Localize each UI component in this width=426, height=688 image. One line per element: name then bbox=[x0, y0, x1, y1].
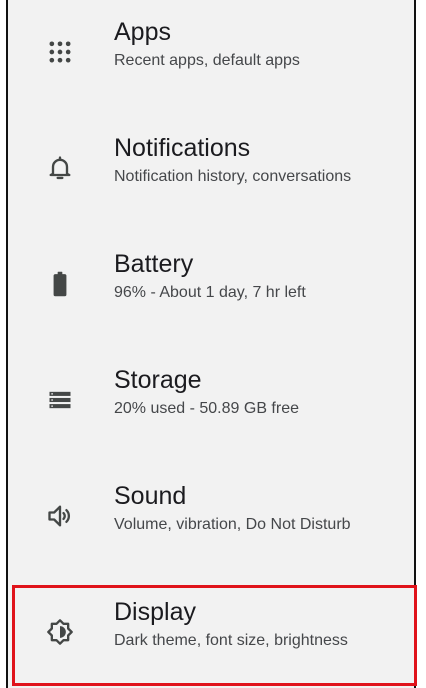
settings-screen: Apps Recent apps, default apps Notificat… bbox=[6, 0, 416, 688]
settings-item-battery[interactable]: Battery 96% - About 1 day, 7 hr left bbox=[8, 226, 414, 342]
settings-item-subtitle: Dark theme, font size, brightness bbox=[114, 632, 348, 649]
volume-icon bbox=[46, 502, 74, 530]
settings-item-subtitle: Recent apps, default apps bbox=[114, 52, 300, 69]
battery-icon bbox=[46, 270, 74, 298]
settings-item-title: Sound bbox=[114, 482, 187, 510]
settings-item-title: Battery bbox=[114, 250, 194, 278]
settings-item-storage[interactable]: Storage 20% used - 50.89 GB free bbox=[8, 342, 414, 458]
settings-item-title: Storage bbox=[114, 366, 202, 394]
notification-bell-icon bbox=[46, 154, 74, 182]
settings-item-title: Apps bbox=[114, 18, 171, 46]
settings-item-notifications[interactable]: Notifications Notification history, conv… bbox=[8, 110, 414, 226]
settings-item-apps[interactable]: Apps Recent apps, default apps bbox=[8, 0, 414, 110]
settings-item-subtitle: 20% used - 50.89 GB free bbox=[114, 400, 299, 417]
apps-grid-icon bbox=[46, 38, 74, 66]
settings-item-title: Display bbox=[114, 598, 196, 626]
settings-item-subtitle: Notification history, conversations bbox=[114, 168, 352, 185]
settings-item-title: Notifications bbox=[114, 134, 251, 162]
settings-item-subtitle: Volume, vibration, Do Not Disturb bbox=[114, 516, 351, 533]
storage-icon bbox=[46, 386, 74, 414]
display-brightness-icon bbox=[46, 618, 74, 646]
settings-item-display[interactable]: Display Dark theme, font size, brightnes… bbox=[8, 574, 414, 688]
settings-item-sound[interactable]: Sound Volume, vibration, Do Not Disturb bbox=[8, 458, 414, 574]
settings-item-subtitle: 96% - About 1 day, 7 hr left bbox=[114, 284, 306, 301]
